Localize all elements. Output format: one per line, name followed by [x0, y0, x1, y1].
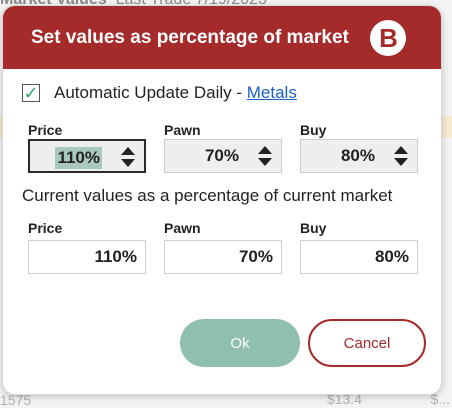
- checkmark-icon: ✓: [23, 83, 39, 103]
- price-spinner[interactable]: [120, 145, 136, 169]
- metals-link[interactable]: Metals: [247, 83, 297, 102]
- current-buy-label: Buy: [300, 220, 327, 236]
- background-footer-amount-2: $...: [430, 391, 450, 407]
- logo-letter: B: [379, 23, 398, 53]
- price-up-icon[interactable]: [121, 147, 135, 155]
- auto-update-row: ✓ Automatic Update Daily - Metals: [22, 83, 297, 103]
- current-buy-value: 80%: [374, 247, 409, 266]
- current-pawn-label: Pawn: [164, 220, 201, 236]
- background-footer-left: 1575: [0, 392, 32, 408]
- auto-update-label: Automatic Update Daily - Metals: [54, 83, 297, 102]
- buy-spinner[interactable]: [393, 144, 409, 168]
- current-buy-field: 80%: [300, 240, 418, 274]
- current-pawn-field: 70%: [164, 240, 282, 274]
- pawn-up-icon[interactable]: [258, 146, 272, 154]
- pawn-stepper[interactable]: 70%: [164, 139, 282, 173]
- current-values-title: Current values as a percentage of curren…: [22, 186, 393, 205]
- price-down-icon[interactable]: [121, 159, 135, 167]
- ok-button[interactable]: Ok: [180, 319, 300, 367]
- pawn-value: 70%: [204, 146, 239, 165]
- dialog-title: Set values as percentage of market: [31, 27, 349, 48]
- buy-value: 80%: [340, 146, 375, 165]
- current-price-field: 110%: [28, 240, 146, 274]
- pawn-label: Pawn: [164, 122, 201, 138]
- buy-label: Buy: [300, 122, 327, 138]
- brand-logo-icon: B: [370, 20, 406, 56]
- pawn-spinner[interactable]: [257, 144, 273, 168]
- buy-stepper[interactable]: 80%: [300, 139, 418, 173]
- current-pawn-value: 70%: [238, 247, 273, 266]
- buy-down-icon[interactable]: [394, 158, 408, 166]
- price-label: Price: [28, 122, 63, 138]
- pawn-down-icon[interactable]: [258, 158, 272, 166]
- dialog-header: Set values as percentage of market B: [3, 6, 441, 69]
- cancel-button[interactable]: Cancel: [308, 319, 426, 367]
- auto-update-checkbox[interactable]: ✓: [22, 84, 40, 102]
- current-price-label: Price: [28, 220, 63, 236]
- current-price-value: 110%: [94, 247, 137, 266]
- price-stepper[interactable]: 110%: [28, 139, 146, 173]
- buy-up-icon[interactable]: [394, 146, 408, 154]
- price-value: 110%: [55, 147, 102, 169]
- percentage-dialog: Set values as percentage of market B ✓ A…: [3, 6, 441, 394]
